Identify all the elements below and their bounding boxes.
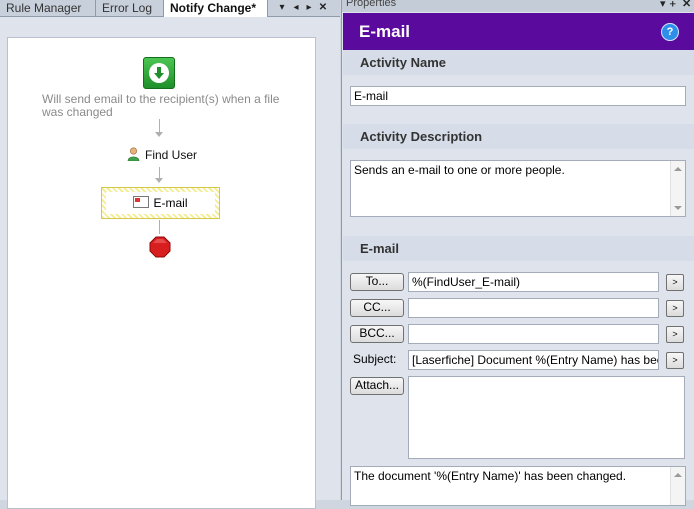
subject-field[interactable]: [Laserfiche] Document %(Entry Name) has … xyxy=(408,350,659,370)
connector-arrow-icon xyxy=(155,132,163,137)
scroll-up-icon[interactable] xyxy=(674,473,682,477)
start-description: Will send email to the recipient(s) when… xyxy=(42,92,280,119)
tab-list-dropdown-icon[interactable]: ▾ xyxy=(276,0,288,16)
download-arrow-icon xyxy=(154,67,164,79)
properties-header: E-mail ? xyxy=(343,13,694,50)
cc-field[interactable] xyxy=(408,298,659,318)
tab-scroll-left-icon[interactable]: ◂ xyxy=(290,0,302,16)
panel-menu-icon[interactable]: ▾ xyxy=(660,0,666,10)
activity-name-section-header: Activity Name xyxy=(343,50,694,75)
section-heading: Activity Name xyxy=(360,55,446,70)
to-button[interactable]: To... xyxy=(350,273,404,291)
email-activity-label: E-mail xyxy=(153,196,188,210)
document-tabstrip: Rule Manager Error Log Notify Change* ▾ … xyxy=(0,0,340,17)
user-icon xyxy=(127,147,140,162)
section-heading: Activity Description xyxy=(360,129,483,144)
tab-label: Error Log xyxy=(102,1,153,15)
help-icon[interactable]: ? xyxy=(661,23,679,41)
activity-description-textarea[interactable]: Sends an e-mail to one or more people. xyxy=(350,160,686,217)
find-user-label: Find User xyxy=(145,148,198,162)
connector-line xyxy=(159,119,160,133)
activity-name-input[interactable]: E-mail xyxy=(350,86,686,106)
mail-icon xyxy=(133,196,150,208)
properties-titlebar: Properties ▾ ᚐ ✕ xyxy=(342,0,694,12)
properties-pane: Properties ▾ ᚐ ✕ E-mail ? Activity Name … xyxy=(341,0,694,506)
scroll-up-icon[interactable] xyxy=(674,167,682,171)
designer-canvas-area xyxy=(0,17,340,509)
activity-description-text: Sends an e-mail to one or more people. xyxy=(354,163,565,177)
stop-icon[interactable] xyxy=(149,236,171,258)
bcc-field[interactable] xyxy=(408,324,659,344)
cc-expand-button[interactable]: > xyxy=(666,300,684,317)
properties-panel-title: Properties xyxy=(346,0,397,9)
close-panel-icon[interactable]: ✕ xyxy=(682,0,691,10)
activity-description-section-header: Activity Description xyxy=(343,124,694,149)
cc-button[interactable]: CC... xyxy=(350,299,404,317)
close-tab-icon[interactable]: ✕ xyxy=(317,0,329,16)
workflow-designer-pane: Rule Manager Error Log Notify Change* ▾ … xyxy=(0,0,340,509)
tab-rule-manager[interactable]: Rule Manager xyxy=(0,0,96,16)
connector-arrow-icon xyxy=(155,178,163,183)
bcc-button[interactable]: BCC... xyxy=(350,325,404,343)
activity-type-title: E-mail xyxy=(359,22,411,41)
pin-icon[interactable]: ᚐ xyxy=(670,0,675,10)
message-body-text: The document '%(Entry Name)' has been ch… xyxy=(354,469,627,483)
body-scrollbar[interactable] xyxy=(670,467,685,505)
email-section-header: E-mail xyxy=(343,236,694,261)
attachments-list[interactable] xyxy=(408,376,685,459)
tab-notify-change[interactable]: Notify Change* xyxy=(164,0,268,17)
find-user-activity[interactable]: Find User xyxy=(127,146,197,164)
email-activity-body: E-mail xyxy=(106,192,215,214)
start-node[interactable] xyxy=(143,57,175,89)
tab-scroll-right-icon[interactable]: ▸ xyxy=(303,0,315,16)
to-expand-button[interactable]: > xyxy=(666,274,684,291)
tab-label: Notify Change* xyxy=(170,1,257,15)
tab-label: Rule Manager xyxy=(6,1,82,15)
bcc-expand-button[interactable]: > xyxy=(666,326,684,343)
section-heading: E-mail xyxy=(360,241,400,256)
tab-error-log[interactable]: Error Log xyxy=(96,0,164,16)
to-field[interactable]: %(FindUser_E-mail) xyxy=(408,272,659,292)
message-body-textarea[interactable]: The document '%(Entry Name)' has been ch… xyxy=(350,466,686,506)
subject-label: Subject: xyxy=(353,352,397,366)
subject-expand-button[interactable]: > xyxy=(666,352,684,369)
scroll-down-icon[interactable] xyxy=(674,206,682,210)
description-scrollbar[interactable] xyxy=(670,161,685,216)
connector-line xyxy=(159,220,160,234)
email-activity-selected[interactable]: E-mail xyxy=(101,187,220,219)
attach-button[interactable]: Attach... xyxy=(350,377,404,395)
